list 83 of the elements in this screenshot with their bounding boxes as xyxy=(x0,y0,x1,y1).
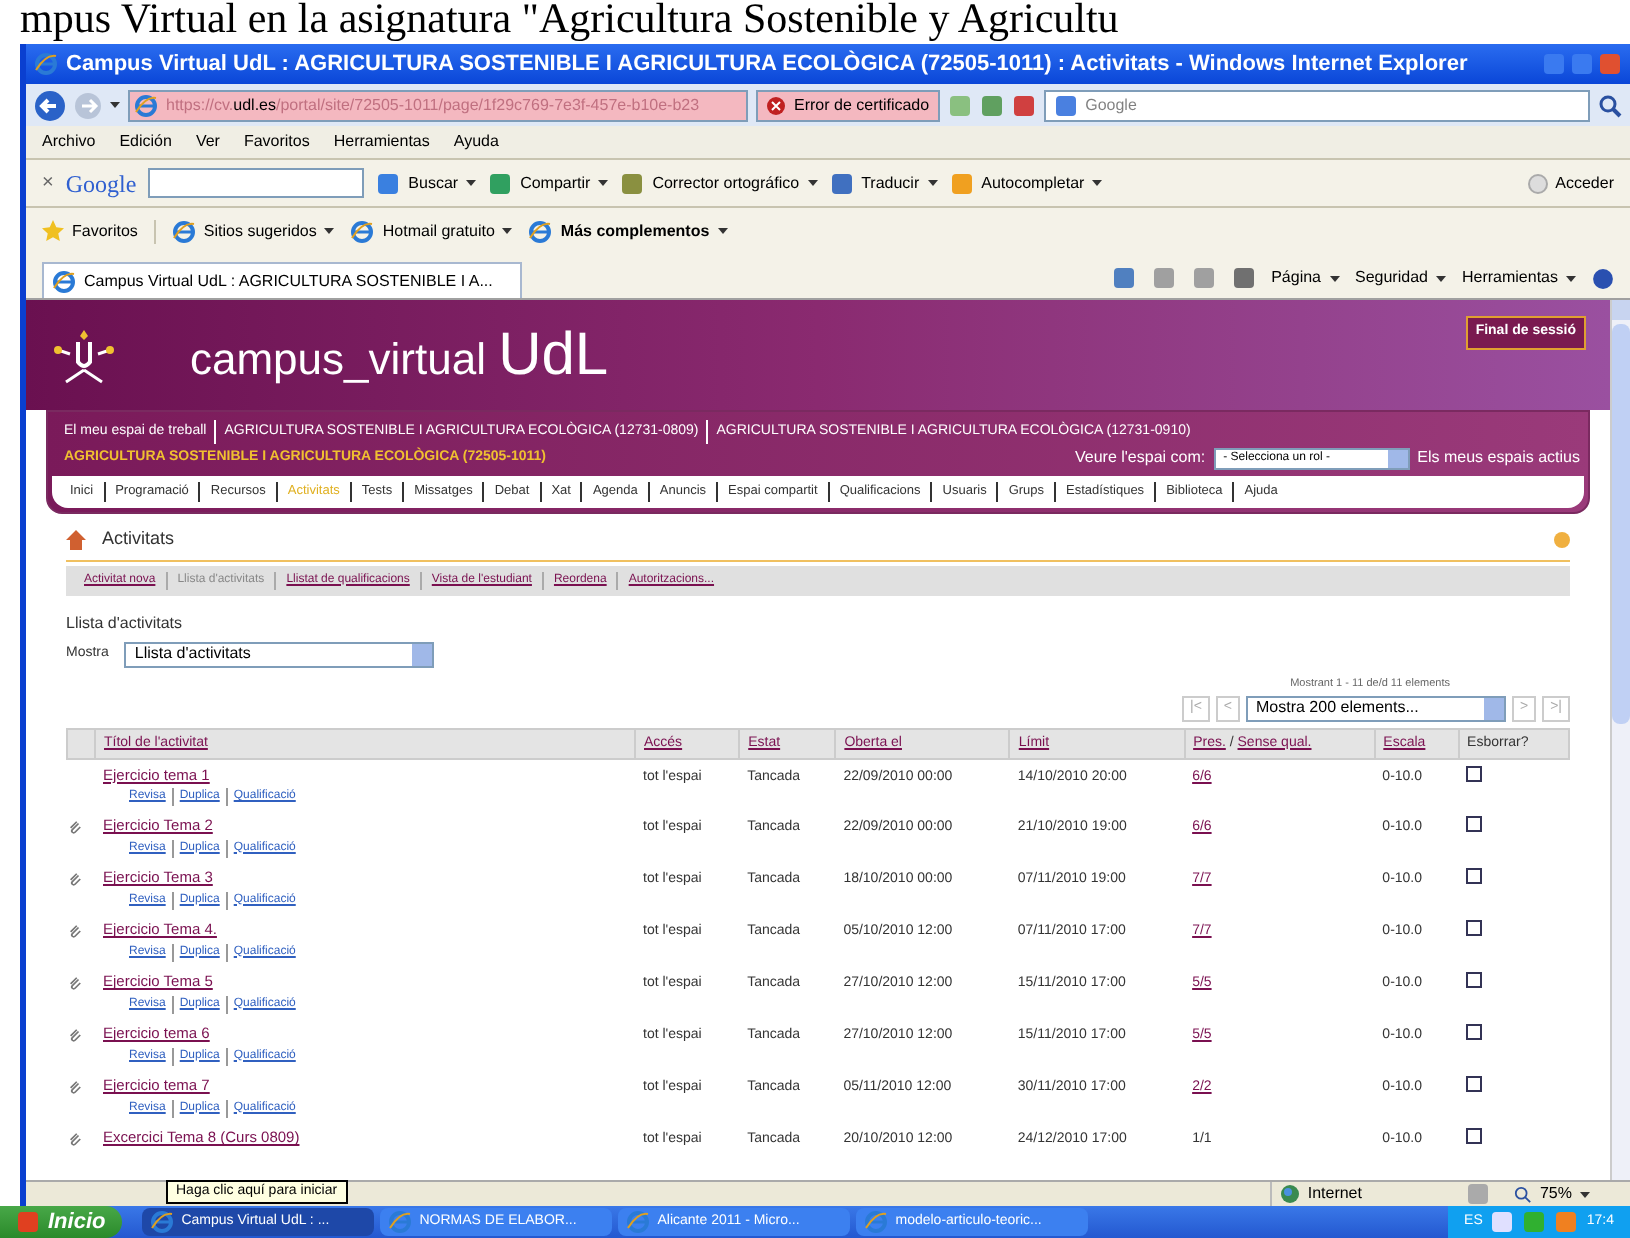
page-icon xyxy=(171,219,196,243)
delete-checkbox[interactable] xyxy=(1466,1024,1483,1041)
caret-icon xyxy=(324,228,335,234)
favorite-link[interactable]: Más complementos xyxy=(528,219,728,243)
caret-icon xyxy=(807,180,818,186)
favorite-link[interactable]: Hotmail gratuito xyxy=(350,219,513,243)
scrollbar[interactable] xyxy=(1610,300,1630,1180)
delete-checkbox[interactable] xyxy=(1466,1128,1483,1145)
app-icon xyxy=(625,1210,650,1234)
view-as-label: Veure l'espai com: xyxy=(1075,446,1206,470)
app-icon xyxy=(149,1210,174,1234)
tray-icon xyxy=(1490,1210,1515,1234)
search-input[interactable]: Google xyxy=(1085,93,1246,117)
page-icon xyxy=(134,93,158,117)
page-icon xyxy=(528,219,553,243)
command-button[interactable]: Página xyxy=(1271,266,1339,290)
back-icon[interactable] xyxy=(34,89,66,121)
caret-icon xyxy=(502,228,513,234)
favorites-button[interactable]: Favoritos xyxy=(42,219,156,243)
menu-item[interactable]: Favoritos xyxy=(243,130,310,154)
app-icon xyxy=(863,1210,888,1234)
menu-item[interactable]: Edición xyxy=(119,130,172,154)
browser-e-icon xyxy=(52,269,76,293)
delete-checkbox[interactable] xyxy=(1466,765,1483,782)
magnifier-icon xyxy=(1513,1185,1532,1203)
caret-icon xyxy=(1329,275,1339,281)
toolbar-button[interactable]: Autocompletar xyxy=(949,171,1103,195)
favorite-link[interactable]: Sitios sugeridos xyxy=(171,219,335,243)
toolbar-button[interactable]: Buscar xyxy=(376,171,477,195)
app-icon xyxy=(387,1210,412,1234)
toolbar-button[interactable]: Compartir xyxy=(488,171,609,195)
zoom-button[interactable]: 75% xyxy=(1513,1182,1614,1206)
sign-in-button[interactable]: Acceder xyxy=(1527,171,1614,195)
browser-e-icon xyxy=(34,52,58,76)
address-field[interactable]: https://cv.udl.es/portal/site/72505-1011/page/1f29c769-7e3f-457e-b10e-b23 xyxy=(128,89,748,121)
toolbar-button[interactable]: Traducir xyxy=(829,171,938,195)
caret-icon xyxy=(1092,180,1103,186)
toolbar-button[interactable]: Corrector ortográfico xyxy=(620,171,818,195)
circle-icon xyxy=(1527,173,1548,193)
caret-icon xyxy=(110,102,120,108)
window-title: Campus Virtual UdL : AGRICULTURA SOSTENIBLE I AGRICULTURA ECOLÒGICA (72505-1011) : Activitats - Windows Internet Explorer xyxy=(66,48,1468,80)
caret-icon xyxy=(466,180,477,186)
star-icon xyxy=(42,220,64,242)
document-caption: mpus Virtual en la asignatura "Agricultura Sostenible y Agricultu xyxy=(20,0,1121,36)
list-title: Llista d'activitats xyxy=(66,611,184,635)
section-title: Activitats xyxy=(102,526,175,552)
caret-icon xyxy=(717,228,728,234)
university-logo-icon xyxy=(50,325,118,385)
url-text: https://cv.udl.es/portal/site/72505-1011/page/1f29c769-7e3f-457e-b10e-b23 xyxy=(166,93,700,117)
command-button[interactable]: Seguridad xyxy=(1355,266,1446,290)
menu-item[interactable]: Ver xyxy=(195,130,220,154)
delete-checkbox[interactable] xyxy=(1466,816,1483,833)
show-select[interactable]: Llista d'activitats xyxy=(124,641,435,667)
delete-checkbox[interactable] xyxy=(1466,972,1483,989)
command-button[interactable]: Herramientas xyxy=(1461,266,1576,290)
tray-icon xyxy=(1554,1210,1579,1234)
caret-icon xyxy=(1566,275,1576,281)
my-spaces-link[interactable]: Els meus espais actius xyxy=(1417,446,1580,470)
certificate-error-button[interactable]: Error de certificado xyxy=(756,89,940,121)
caret-icon xyxy=(1580,1191,1590,1197)
menu-item[interactable]: Archivo xyxy=(42,130,96,154)
menu-item[interactable]: Herramientas xyxy=(333,130,430,154)
caret-icon xyxy=(598,180,609,186)
tray-icon xyxy=(1522,1210,1547,1234)
google-search-field[interactable] xyxy=(148,168,365,198)
browser-tab[interactable]: Campus Virtual UdL : AGRICULTURA SOSTENIBLE I A... xyxy=(42,262,522,298)
google-logo: Google xyxy=(65,167,137,201)
menu-item[interactable]: Ayuda xyxy=(453,130,499,154)
delete-checkbox[interactable] xyxy=(1466,1076,1483,1093)
paging-select[interactable]: Mostra 200 elements... xyxy=(1246,695,1506,722)
caret-icon xyxy=(927,180,938,186)
start-button[interactable]: Inicio xyxy=(0,1206,122,1238)
page-icon xyxy=(350,219,375,243)
search-icon[interactable] xyxy=(1598,93,1622,117)
search-field[interactable]: Google xyxy=(1043,89,1590,121)
delete-checkbox[interactable] xyxy=(1466,868,1483,885)
close-icon[interactable]: × xyxy=(42,168,54,198)
caret-icon xyxy=(1435,275,1446,281)
site-logo-text: campus_virtual UdL xyxy=(190,320,609,392)
globe-icon xyxy=(1279,1184,1300,1204)
delete-checkbox[interactable] xyxy=(1466,920,1483,937)
shield-x-icon xyxy=(766,95,786,115)
help-dot-icon xyxy=(1554,531,1570,548)
